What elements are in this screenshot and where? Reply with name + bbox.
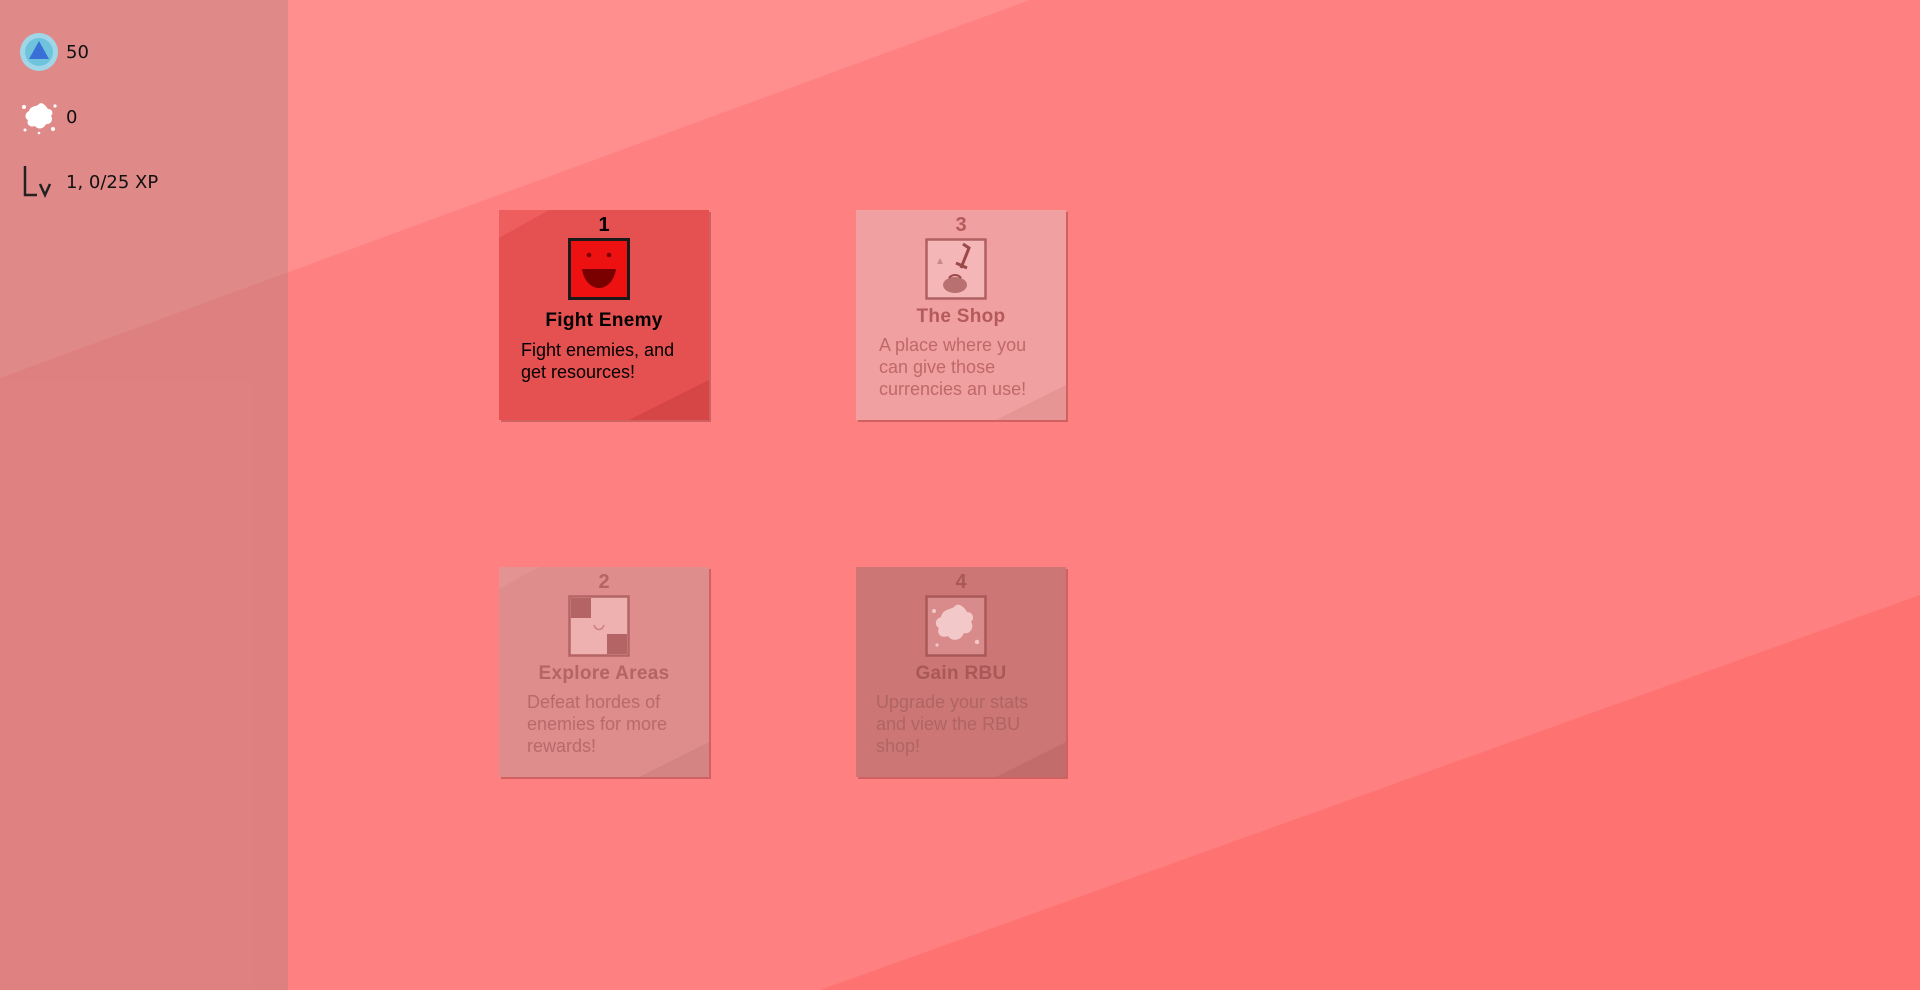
points-value: 50 [66,41,89,63]
background-stripes [0,0,1920,990]
rbu-stat: 0 [18,96,77,138]
card-title: Explore Areas [538,663,670,684]
white-splat-icon [18,96,60,138]
level-value: 1, 0/25 XP [66,171,159,193]
card-title: The Shop [916,306,1006,327]
shop-sword-bag-icon [925,238,987,300]
card-description: Fight enemies, and get resources! [521,340,675,382]
checker-map-icon [568,595,630,657]
card-number: 2 [598,571,610,593]
sidebar: 50 0 1, 0/25 XP [0,0,288,990]
smiley-face-icon [568,238,630,300]
card-number: 4 [955,571,967,593]
level-lv-icon [18,161,60,203]
card-number: 1 [598,214,610,236]
card-description: Upgrade your stats and view the RBU shop… [876,692,1029,756]
rbu-value: 0 [66,106,78,128]
card-description: A place where you can give those currenc… [879,335,1027,399]
level-stat: 1, 0/25 XP [18,161,158,203]
gain-rbu-card[interactable]: 4 Gain RBU Upgrade your stats and view t… [856,567,1066,777]
card-title: Gain RBU [915,663,1007,684]
fight-enemy-card[interactable]: 1 Fight Enemy Fight enemies, and get res… [499,210,709,420]
blue-triangle-orb-icon [18,31,60,73]
rbu-splat-icon [925,595,987,657]
card-title: Fight Enemy [545,310,663,331]
card-number: 3 [955,214,967,236]
game-screen: 50 0 1, 0/25 XP 1 Fight Enemy Fight enem… [0,0,1920,990]
card-description: Defeat hordes of enemies for more reward… [527,692,668,756]
explore-areas-card[interactable]: 2 Explore Areas Defeat hordes of enemies… [499,567,709,777]
points-stat: 50 [18,31,89,73]
the-shop-card[interactable]: 3 The Shop A place where you can give th… [856,210,1066,420]
